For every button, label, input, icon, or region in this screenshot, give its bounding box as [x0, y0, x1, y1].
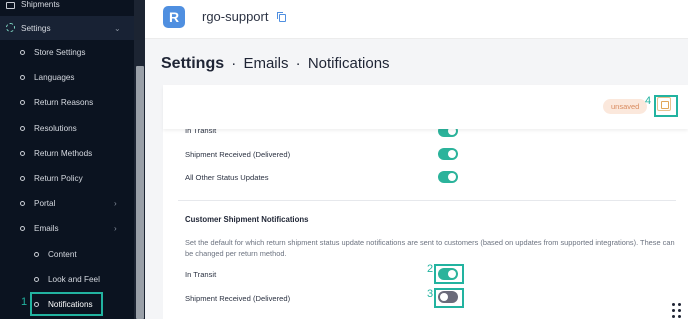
- toggle-other-status[interactable]: [438, 171, 458, 183]
- annotation-highlight-box: [30, 292, 103, 316]
- bullet-icon: [34, 277, 39, 282]
- sidebar-item-languages[interactable]: Languages: [0, 65, 134, 89]
- sidebar-item-label: Return Policy: [34, 173, 83, 183]
- sidebar-item-label: Look and Feel: [48, 274, 100, 284]
- bullet-icon: [20, 176, 25, 181]
- breadcrumb-root[interactable]: Settings: [161, 55, 224, 72]
- bullet-icon: [34, 252, 39, 257]
- annotation-highlight-box: [654, 95, 678, 117]
- annotation-number: 2: [427, 263, 434, 275]
- bullet-icon: [20, 50, 25, 55]
- top-bar: R rgo-support: [145, 0, 688, 39]
- sidebar-item-resolutions[interactable]: Resolutions: [0, 116, 134, 140]
- sidebar-item-label: Shipments: [21, 0, 60, 9]
- row-label-customer-in-transit: In Transit: [185, 270, 217, 279]
- toggle-knob: [448, 173, 456, 181]
- sidebar-item-label: Settings: [21, 23, 51, 33]
- shop-name: rgo-support: [202, 9, 269, 24]
- help-widget-icon[interactable]: [667, 298, 688, 319]
- breadcrumb-separator: ·: [231, 55, 237, 72]
- sidebar-item-label: Emails: [34, 223, 59, 233]
- sidebar-item-label: Resolutions: [34, 123, 77, 133]
- sidebar-item-label: Languages: [34, 72, 75, 82]
- annotation-number: 1: [21, 296, 28, 308]
- breadcrumb-emails[interactable]: Emails: [243, 55, 288, 72]
- copy-icon[interactable]: [277, 12, 286, 22]
- sidebar-item-store-settings[interactable]: Store Settings: [0, 40, 134, 64]
- gear-icon: [6, 23, 15, 32]
- toggle-shipment-received[interactable]: [438, 148, 458, 160]
- sidebar-item-label: Portal: [34, 198, 56, 208]
- chevron-down-icon: ⌄: [114, 23, 121, 33]
- sidebar-item-portal[interactable]: Portal ›: [0, 191, 134, 215]
- annotation-highlight-box: [434, 288, 464, 308]
- bullet-icon: [20, 75, 25, 80]
- status-badge: unsaved: [603, 99, 648, 114]
- bullet-icon: [20, 226, 25, 231]
- row-label-shipment-received: Shipment Received (Delivered): [185, 150, 291, 159]
- sidebar-item-return-methods[interactable]: Return Methods: [0, 141, 134, 165]
- bullet-icon: [20, 201, 25, 206]
- annotation-number: 3: [427, 288, 434, 300]
- divider: [178, 200, 676, 201]
- sidebar-item-look-and-feel[interactable]: Look and Feel: [0, 267, 134, 291]
- bullet-icon: [20, 126, 25, 131]
- row-label-other-status: All Other Status Updates: [185, 173, 269, 182]
- chevron-right-icon: ›: [114, 198, 117, 208]
- chevron-right-icon: ›: [114, 223, 117, 233]
- sidebar-item-label: Return Methods: [34, 148, 93, 158]
- card-header: unsaved: [163, 85, 688, 129]
- sidebar-item-shipments[interactable]: Shipments: [0, 0, 134, 16]
- sidebar-item-label: Store Settings: [34, 47, 86, 57]
- sidebar-scrollbar-thumb[interactable]: [136, 66, 144, 319]
- breadcrumb: Settings · Emails · Notifications: [161, 55, 390, 73]
- bullet-icon: [20, 100, 25, 105]
- sidebar-item-label: Return Reasons: [34, 97, 94, 107]
- annotation-number: 4: [645, 95, 652, 107]
- section-title: Customer Shipment Notifications: [185, 215, 309, 224]
- breadcrumb-separator: ·: [295, 55, 301, 72]
- sidebar-item-return-reasons[interactable]: Return Reasons: [0, 90, 134, 114]
- annotation-highlight-box: [434, 264, 464, 284]
- breadcrumb-notifications: Notifications: [307, 55, 390, 72]
- section-description: Set the default for which return shipmen…: [185, 238, 675, 258]
- sidebar-item-settings[interactable]: Settings ⌄: [0, 16, 134, 40]
- sidebar-item-emails[interactable]: Emails ›: [0, 216, 134, 240]
- sidebar-item-content[interactable]: Content: [0, 242, 134, 266]
- bullet-icon: [20, 151, 25, 156]
- sidebar: Shipments Settings ⌄ Store Settings Lang…: [0, 0, 145, 319]
- logo: R: [163, 6, 185, 28]
- sidebar-item-label: Content: [48, 249, 77, 259]
- toggle-knob: [448, 150, 456, 158]
- sidebar-item-return-policy[interactable]: Return Policy: [0, 166, 134, 190]
- row-label-customer-shipment-received: Shipment Received (Delivered): [185, 294, 291, 303]
- box-icon: [6, 2, 15, 9]
